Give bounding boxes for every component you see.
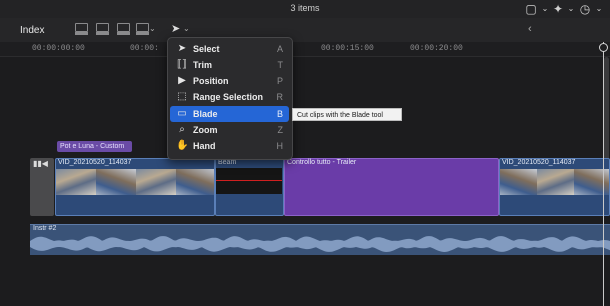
- menu-item-label: Hand: [193, 141, 216, 151]
- shortcut-key: T: [277, 60, 284, 70]
- chevron-down-icon[interactable]: ⌄: [591, 1, 607, 17]
- ruler-tick: 00:00:20:00: [410, 44, 463, 53]
- playhead-handle[interactable]: [599, 43, 608, 52]
- position-icon: ▶: [178, 75, 186, 86]
- connect-clip-icon[interactable]: [73, 22, 89, 36]
- menu-item-label: Blade: [193, 109, 218, 119]
- tools-menu: ➤ Select A ⟦⟧ Trim T ▶ Position P ⬚ Rang…: [167, 37, 293, 160]
- clip-label: Controllo tutto - Trailer: [287, 159, 357, 166]
- menu-item-position[interactable]: ▶ Position P: [170, 73, 289, 89]
- gap-clip-icon: ▮▮◀: [33, 159, 48, 168]
- ruler-tick: 00:00:15:00: [321, 44, 374, 53]
- menu-item-blade[interactable]: ▭ Blade B: [170, 106, 289, 122]
- menu-item-range-selection[interactable]: ⬚ Range Selection R: [170, 89, 289, 105]
- shortcut-key: Z: [277, 125, 284, 135]
- ruler-tick: 00:00:00:00: [32, 44, 85, 53]
- audio-waveform: [30, 236, 610, 252]
- clip-thumbnails: [500, 169, 609, 195]
- tooltip: Cut clips with the Blade tool: [292, 108, 402, 121]
- ruler-tick: 00:00:: [130, 44, 159, 53]
- shortcut-key: R: [276, 92, 284, 102]
- menu-item-label: Range Selection: [193, 92, 264, 102]
- beam-line: [216, 180, 282, 181]
- menu-item-label: Zoom: [193, 125, 218, 135]
- append-clip-icon[interactable]: [115, 22, 131, 36]
- shortcut-key: B: [276, 109, 283, 119]
- video-clip[interactable]: VID_20210520_114037: [55, 158, 215, 216]
- hand-icon: ✋: [176, 140, 189, 151]
- timeline-toolbar: [0, 18, 610, 43]
- clip-label: VID_20210520_114037: [502, 159, 576, 166]
- shortcut-key: H: [276, 141, 284, 151]
- clip-thumbnail: [216, 168, 282, 194]
- menu-item-hand[interactable]: ✋ Hand H: [170, 138, 289, 154]
- compound-clip[interactable]: Controllo tutto - Trailer: [284, 158, 499, 216]
- items-count: 3 items: [290, 3, 320, 13]
- blade-icon: ▭: [177, 108, 187, 119]
- menu-item-trim[interactable]: ⟦⟧ Trim T: [170, 57, 289, 73]
- insert-clip-icon[interactable]: [94, 22, 110, 36]
- playhead[interactable]: [603, 42, 604, 306]
- menu-item-label: Select: [193, 44, 220, 54]
- chevron-down-icon[interactable]: ⌄: [149, 24, 156, 33]
- trim-icon: ⟦⟧: [177, 59, 187, 70]
- overwrite-clip-icon[interactable]: [134, 22, 150, 36]
- shortcut-key: P: [276, 76, 283, 86]
- shortcut-key: A: [276, 44, 283, 54]
- clip-label: Beam: [218, 159, 237, 166]
- chevron-down-icon[interactable]: ⌄: [183, 24, 190, 33]
- menu-item-label: Position: [193, 76, 229, 86]
- clip-thumbnails: [56, 169, 214, 195]
- title-clip[interactable]: Pot e Luna - Custom: [57, 141, 132, 152]
- arrow-pointer-icon[interactable]: ➤: [171, 22, 180, 35]
- timeline-ruler[interactable]: [0, 42, 610, 57]
- menu-item-select[interactable]: ➤ Select A: [170, 41, 289, 57]
- audio-clip-label: Instr #2: [33, 225, 57, 232]
- zoom-icon: ⌕: [179, 124, 185, 135]
- chevron-left-icon[interactable]: ‹: [528, 23, 532, 35]
- clip-label: VID_20210520_114037: [58, 159, 132, 166]
- video-clip[interactable]: VID_20210520_114037: [499, 158, 610, 216]
- arrow-pointer-icon: ➤: [177, 43, 187, 54]
- waveform-path: [30, 236, 610, 252]
- range-selection-icon: ⬚: [177, 91, 187, 102]
- index-button[interactable]: Index: [20, 25, 44, 36]
- menu-item-zoom[interactable]: ⌕ Zoom Z: [170, 122, 289, 138]
- menu-item-label: Trim: [193, 60, 213, 70]
